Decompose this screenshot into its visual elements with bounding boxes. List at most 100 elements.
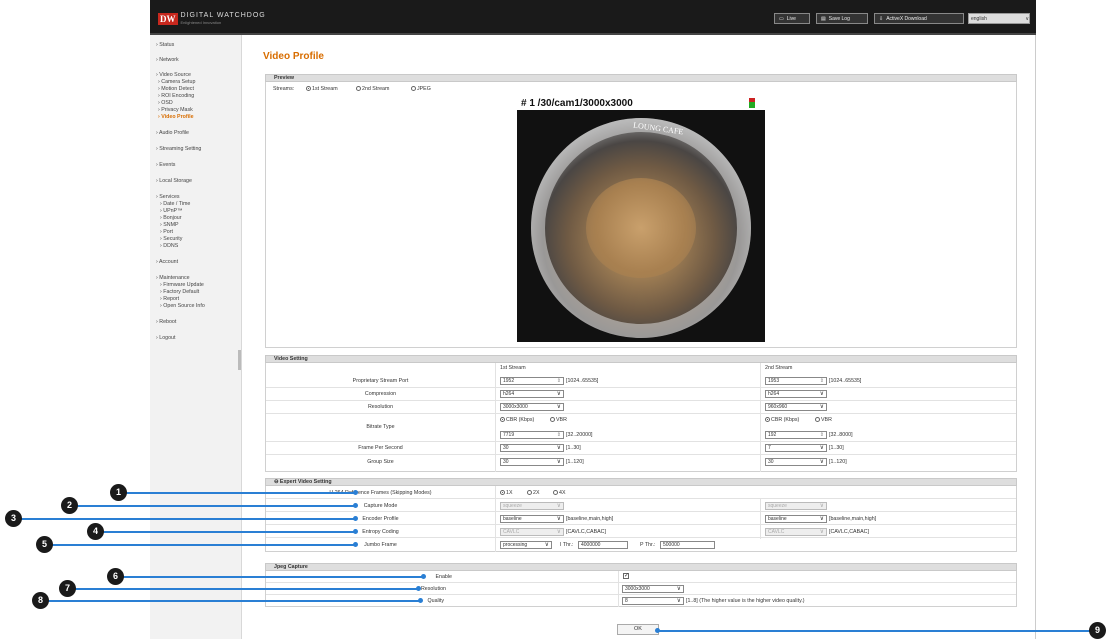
- sidebar-item-services[interactable]: › Services: [156, 194, 180, 200]
- callout-5: 5: [36, 536, 53, 553]
- sidebar-item-local-storage[interactable]: › Local Storage: [156, 178, 192, 184]
- jpeg-enable-checkbox[interactable]: ✓: [623, 573, 629, 579]
- sidebar-item-privacy-mask[interactable]: › Privacy Mask: [158, 107, 193, 113]
- callout-line-3: [20, 518, 355, 520]
- sidebar-item-port[interactable]: › Port: [160, 229, 173, 235]
- sidebar-item-reboot[interactable]: › Reboot: [156, 319, 176, 325]
- sidebar-item-snmp[interactable]: › SNMP: [160, 222, 179, 228]
- pthr-input[interactable]: 500000: [660, 541, 715, 549]
- bitrate-1-range: [32..20000]: [566, 432, 593, 438]
- callout-line-6: [120, 576, 423, 578]
- top-bar: DW DIGITAL WATCHDOG Enlightened Innovatio…: [150, 0, 1036, 35]
- radio-icon: [411, 86, 416, 92]
- entropy-coding-2-select[interactable]: CAVLC: [765, 528, 827, 536]
- encoder-profile-2-select[interactable]: baseline: [765, 515, 827, 523]
- jpeg-quality-select[interactable]: 8: [622, 597, 684, 605]
- sidebar-item-streaming-setting[interactable]: › Streaming Setting: [156, 146, 201, 152]
- ref-2x-radio[interactable]: 2X: [527, 490, 539, 496]
- sidebar-item-motion-detect[interactable]: › Motion Detect: [158, 86, 194, 92]
- port-1-input[interactable]: 1952: [500, 377, 564, 385]
- sidebar-item-factory-default[interactable]: › Factory Default: [160, 289, 199, 295]
- radio-icon: [765, 417, 770, 423]
- resolution-2-select[interactable]: 960x960: [765, 403, 827, 411]
- compression-1-select[interactable]: h264: [500, 390, 564, 398]
- live-button[interactable]: ▭ Live: [774, 13, 810, 24]
- group-size-label: Group Size: [367, 459, 394, 465]
- bitrate-label: Bitrate Type: [366, 424, 395, 430]
- fps-1-range: [1..30]: [566, 445, 581, 451]
- fps-1-select[interactable]: 30: [500, 444, 564, 452]
- bitrate-1-input[interactable]: 7719: [500, 431, 564, 439]
- activex-download-button[interactable]: ⇩ ActiveX Download: [874, 13, 964, 24]
- capture-mode-1-select[interactable]: squeeze: [500, 502, 564, 510]
- encoder-profile-1-range: [baseline,main,high]: [566, 516, 614, 522]
- ithr-input[interactable]: 4000000: [578, 541, 628, 549]
- bitrate-2-input[interactable]: 192: [765, 431, 827, 439]
- entropy-coding-1-select[interactable]: CAVLC: [500, 528, 564, 536]
- sidebar-item-audio-profile[interactable]: › Audio Profile: [156, 130, 189, 136]
- sidebar-item-video-source[interactable]: › Video Source: [156, 72, 191, 78]
- video-setting-header: Video Setting: [265, 355, 1017, 363]
- radio-2nd-stream[interactable]: 2nd Stream: [356, 86, 389, 92]
- language-select[interactable]: english ∨: [968, 13, 1030, 24]
- compression-2-select[interactable]: h264: [765, 390, 827, 398]
- expert-header[interactable]: ⊖ Expert Video Setting: [265, 478, 1017, 486]
- sidebar-item-report[interactable]: › Report: [160, 296, 179, 302]
- sidebar-item-osd[interactable]: › OSD: [158, 100, 173, 106]
- save-icon: ▤: [821, 15, 826, 22]
- logo-mark: DW: [158, 13, 178, 25]
- bitrate-2-cbr-radio[interactable]: CBR (Kbps): [765, 417, 799, 423]
- callout-dot-2: [353, 503, 358, 508]
- bitrate-2-vbr-radio[interactable]: VBR: [815, 417, 832, 423]
- callout-6: 6: [107, 568, 124, 585]
- bitrate-1-cbr-radio[interactable]: CBR (Kbps): [500, 417, 534, 423]
- callout-dot-7: [416, 586, 421, 591]
- chevron-down-icon: ∨: [1025, 15, 1029, 22]
- video-preview[interactable]: [517, 110, 765, 342]
- radio-icon: [553, 490, 558, 496]
- sidebar-item-camera-setup[interactable]: › Camera Setup: [158, 79, 195, 85]
- sidebar-item-date-time[interactable]: › Date / Time: [160, 201, 190, 207]
- sidebar-item-ddns[interactable]: › DDNS: [160, 243, 178, 249]
- port-2-input[interactable]: 1953: [765, 377, 827, 385]
- port-2-range: [1024..65535]: [829, 378, 862, 384]
- fps-2-select[interactable]: 7: [765, 444, 827, 452]
- sidebar-item-status[interactable]: › Status: [156, 42, 174, 48]
- group-size-1-select[interactable]: 30: [500, 458, 564, 466]
- encoder-profile-1-select[interactable]: baseline: [500, 515, 564, 523]
- sidebar-item-events[interactable]: › Events: [156, 162, 175, 168]
- radio-jpeg[interactable]: JPEG: [411, 86, 431, 92]
- streams-label: Streams:: [273, 86, 295, 92]
- ref-1x-radio[interactable]: 1X: [500, 490, 512, 496]
- sidebar-item-account[interactable]: › Account: [156, 259, 178, 265]
- stream-title: # 1 /30/cam1/3000x3000: [521, 98, 633, 109]
- resolution-1-select[interactable]: 3000x3000: [500, 403, 564, 411]
- compression-label: Compression: [364, 391, 397, 397]
- bitrate-1-vbr-radio[interactable]: VBR: [550, 417, 567, 423]
- radio-icon: [815, 417, 820, 423]
- sidebar-item-maintenance[interactable]: › Maintenance: [156, 275, 190, 281]
- group-size-2-select[interactable]: 30: [765, 458, 827, 466]
- sidebar-item-roi-encoding[interactable]: › ROI Encoding: [158, 93, 194, 99]
- jpeg-resolution-select[interactable]: 3000x3000: [622, 585, 684, 593]
- ok-button[interactable]: OK: [617, 624, 659, 635]
- encoder-profile-2-range: [baseline,main,high]: [829, 516, 877, 522]
- sidebar-item-network[interactable]: › Network: [156, 57, 179, 63]
- radio-1st-stream[interactable]: 1st Stream: [306, 86, 338, 92]
- sidebar-item-logout[interactable]: › Logout: [156, 335, 175, 341]
- sidebar-item-open-source-info[interactable]: › Open Source Info: [160, 303, 205, 309]
- resolution-label: Resolution: [367, 404, 394, 410]
- save-log-button[interactable]: ▤ Save Log: [816, 13, 868, 24]
- jumbo-frame-select[interactable]: processing: [500, 541, 552, 549]
- sidebar-item-bonjour[interactable]: › Bonjour: [160, 215, 182, 221]
- radio-icon: [356, 86, 361, 92]
- ref-4x-radio[interactable]: 4X: [553, 490, 565, 496]
- capture-mode-2-select[interactable]: squeeze: [765, 502, 827, 510]
- sidebar: › Status › Network › Video Source › Came…: [150, 35, 242, 639]
- sidebar-item-video-profile[interactable]: › Video Profile: [158, 114, 194, 120]
- sidebar-item-firmware-update[interactable]: › Firmware Update: [160, 282, 204, 288]
- sidebar-item-security[interactable]: › Security: [160, 236, 182, 242]
- sidebar-resize-handle[interactable]: [238, 350, 241, 370]
- fisheye-image: [531, 118, 751, 338]
- sidebar-item-upnp[interactable]: › UPnP™: [160, 208, 182, 214]
